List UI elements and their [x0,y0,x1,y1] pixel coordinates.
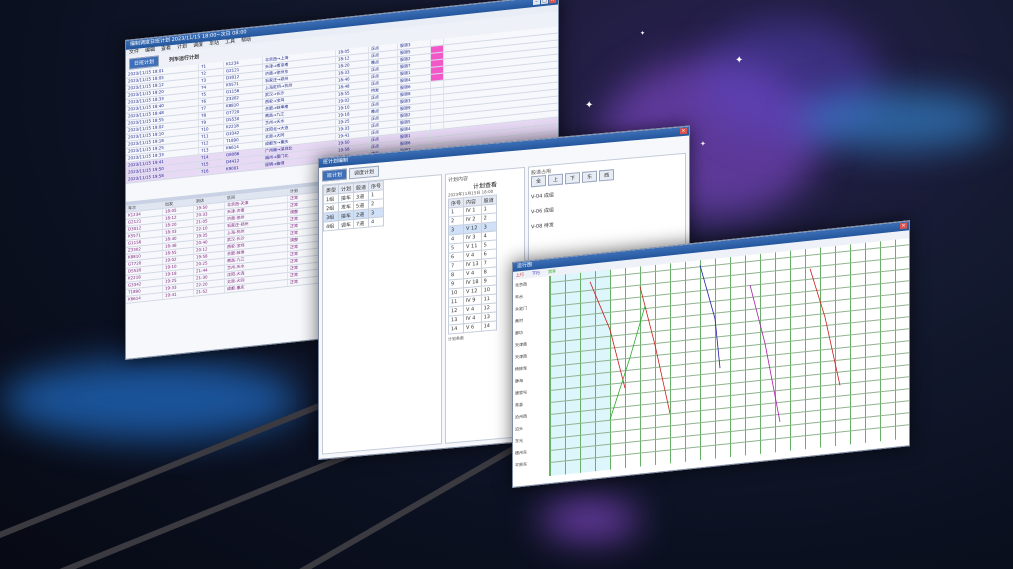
window-title: 运行图 [517,261,533,270]
menu-tools[interactable]: 工具 [225,38,235,46]
train-path[interactable] [639,283,671,416]
menu-file[interactable]: 文件 [129,49,139,57]
minimize-button[interactable]: – [533,0,540,6]
sparkle-icon: ✦ [640,30,646,37]
table-cell: 4组 [323,220,339,232]
sparkle-icon: ✦ [735,55,744,66]
station-axis: 北京西 丰台 永定门 黄村 廊坊 天津南 天津西 杨柳青 静海 唐官屯 青县 沧州西 泊头 东光 德州东 平原… [513,276,550,480]
menu-dispatch[interactable]: 调度 [193,42,203,50]
table-cell: T16 [199,166,224,176]
tab-day-plan[interactable]: 日班计划 [129,55,160,70]
close-button[interactable]: × [549,0,556,4]
legend-freight: 货车 [548,268,556,275]
filter-west[interactable]: 西 [599,169,615,182]
train-light [540,500,640,540]
station-label: 平原东 [515,461,527,468]
light-trail [800,90,1000,150]
table-cell: Ⅴ 6 [463,322,482,333]
table-cell: 14 [448,323,464,335]
plan-detail-table: 序号 内容 股道 1 Ⅳ 112Ⅳ 223Ⅴ 12 3 4 Ⅳ 345Ⅴ 11 5 6 Ⅴ 467Ⅳ… [448,194,497,335]
train-path[interactable] [809,266,841,389]
plan-list-table: 类型 计划 股道 序号 1组 接车 3道 1 2组 发车 5道 2 3组 接车 2道 3 4组 调车 7道 4 [323,180,384,232]
menu-edit[interactable]: 编辑 [145,47,155,55]
sparkle-icon: ✦ [585,100,594,111]
filter-up[interactable]: 上 [548,173,564,186]
tab-shift-plan[interactable]: 班计划 [322,168,348,182]
train-path[interactable] [749,282,781,425]
train-path[interactable] [589,278,626,392]
maximize-button[interactable]: □ [541,0,548,5]
menu-help[interactable]: 帮助 [241,37,251,45]
sparkle-icon: ✦ [700,140,706,148]
table-cell: 4 [368,216,384,228]
close-button[interactable]: × [680,127,687,135]
filter-all[interactable]: 全 [531,175,547,188]
filter-down[interactable]: 下 [565,172,581,185]
train-path[interactable] [609,305,646,420]
table-cell: 14 [481,320,497,332]
train-path-layer [589,263,841,425]
close-button[interactable]: × [900,222,907,230]
menu-plan[interactable]: 计划 [177,43,187,51]
menu-station[interactable]: 车站 [209,40,219,48]
legend-down: 下行 [532,270,540,276]
tab-dispatch-plan[interactable]: 调度计划 [349,165,380,180]
plan-list-panel: 类型 计划 股道 序号 1组 接车 3道 1 2组 发车 5道 2 3组 接车 2道 3 4组 调车 7道 4 [322,174,442,455]
menu-view[interactable]: 查看 [161,45,171,53]
train-graph-canvas[interactable] [550,238,909,477]
train-graph-window: 运行图 × 上行 下行 货车 北京西 丰台 永定门 黄村 廊坊 天津南 天津西 杨柳青 静海 唐官… [512,220,910,488]
filter-east[interactable]: 东 [582,170,598,183]
window-title: 班计划编制 [323,157,349,166]
panel-caption: 列车运行计划 [169,54,200,64]
table-cell: 7道 [353,218,369,229]
table-cell: 调车 [338,219,354,230]
train-path[interactable] [699,263,721,370]
legend-up: 上行 [516,271,524,278]
